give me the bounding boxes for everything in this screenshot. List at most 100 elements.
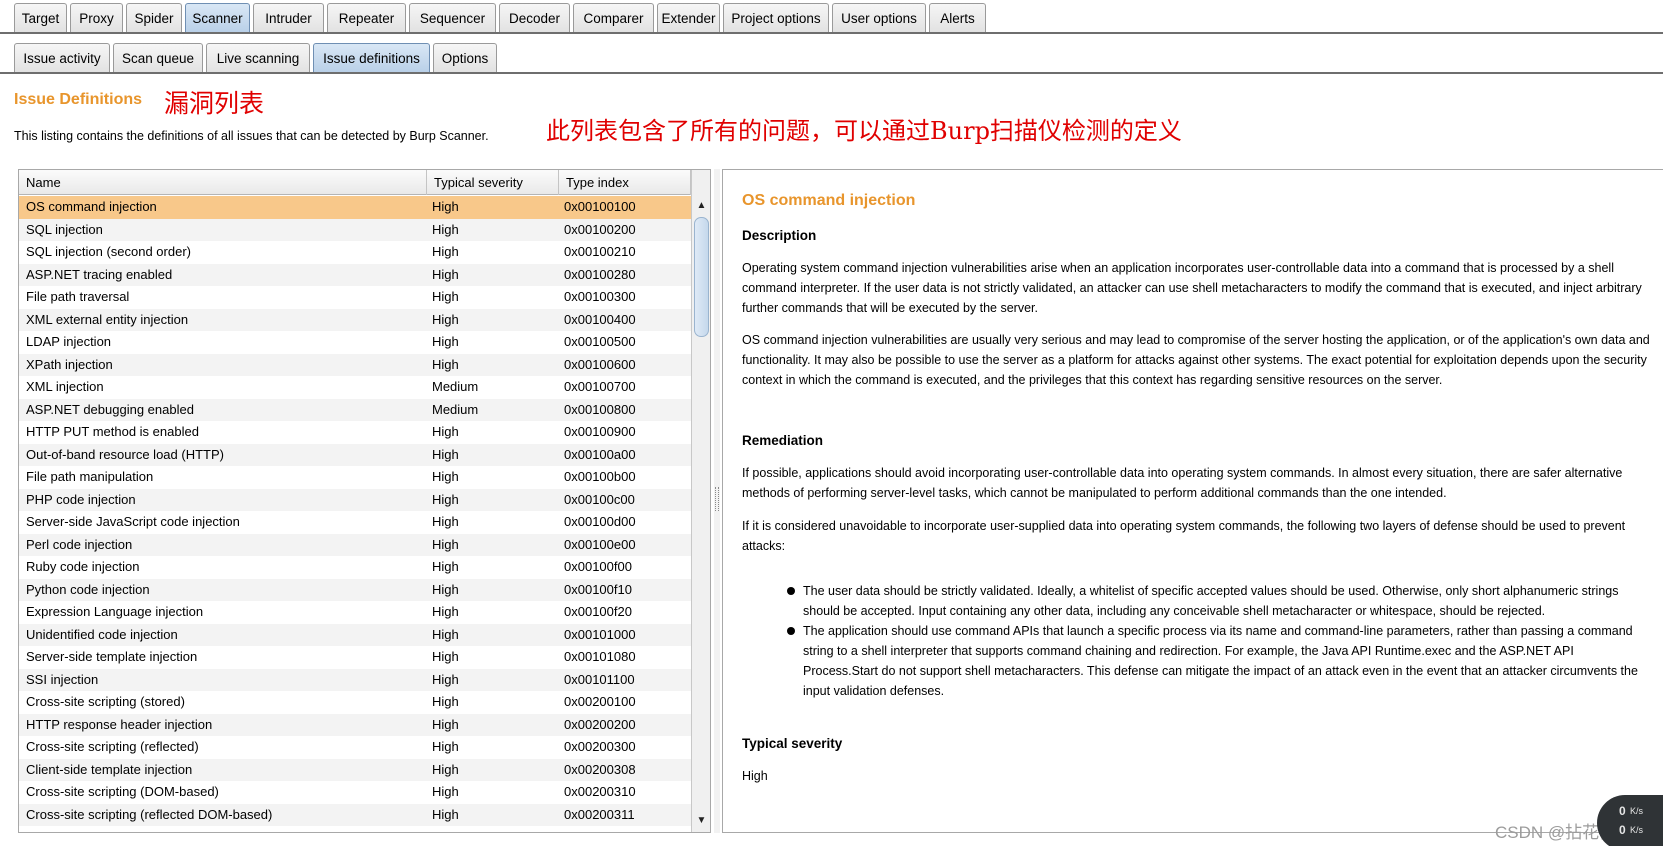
cell-name: Cross-site scripting (stored)	[26, 694, 185, 709]
cell-severity: High	[432, 289, 459, 304]
upload-speed-unit: K/s	[1630, 806, 1644, 816]
cell-severity: High	[432, 334, 459, 349]
cell-name: HTTP PUT method is enabled	[26, 424, 199, 439]
splitter-grip-icon[interactable]	[715, 487, 719, 511]
table-row[interactable]: XML injection Medium 0x00100700	[19, 376, 691, 399]
tab-repeater[interactable]: Repeater	[327, 3, 406, 32]
table-row[interactable]: Cross-site scripting (DOM-based) High 0x00…	[19, 781, 691, 804]
issue-definitions-table: Name Typical severity Type index OS comm…	[18, 169, 711, 833]
table-row[interactable]: SSI injection High 0x00101100	[19, 668, 691, 691]
column-header-name[interactable]: Name	[19, 170, 427, 195]
table-row[interactable]: Cross-site scripting (reflected DOM-base…	[19, 803, 691, 826]
table-row[interactable]: File path traversal High 0x00100300	[19, 286, 691, 309]
description-paragraph-2: OS command injection vulnerabilities are…	[742, 333, 1650, 387]
cell-type-index: 0x00100b00	[564, 469, 636, 484]
scroll-up-icon[interactable]: ▲	[692, 196, 710, 215]
table-row[interactable]: Server-side JavaScript code injection Hig…	[19, 511, 691, 534]
main-tab-bar: Target Proxy Spider Scanner Intruder Rep…	[0, 0, 1663, 34]
table-row[interactable]: Perl code injection High 0x00100e00	[19, 533, 691, 556]
tab-sequencer[interactable]: Sequencer	[409, 3, 496, 32]
cell-type-index: 0x00100400	[564, 311, 636, 327]
table-row[interactable]: XPath injection High 0x00100600	[19, 353, 691, 376]
tab-extender[interactable]: Extender	[657, 3, 720, 32]
panel-splitter[interactable]	[714, 169, 720, 833]
tab-spider[interactable]: Spider	[126, 3, 182, 32]
table-body: OS command injection High 0x00100100 SQL in…	[19, 196, 691, 826]
cell-type-index: 0x00101000	[564, 626, 636, 642]
scroll-down-icon[interactable]: ▼	[692, 811, 710, 830]
table-row[interactable]: SQL injection High 0x00100200	[19, 218, 691, 241]
cell-name: Perl code injection	[26, 536, 133, 552]
table-row[interactable]: Unidentified code injection High 0x0010100…	[19, 623, 691, 646]
table-row[interactable]: ASP.NET debugging enabled Medium 0x0010080…	[19, 398, 691, 421]
table-row[interactable]: Server-side template injection High 0x0010…	[19, 646, 691, 669]
cell-severity: High	[432, 424, 459, 439]
subtab-options[interactable]: Options	[433, 43, 497, 72]
cell-severity: High	[432, 671, 459, 687]
tab-user-options[interactable]: User options	[832, 3, 926, 32]
table-row[interactable]: Out-of-band resource load (HTTP) High 0x00…	[19, 443, 691, 466]
remediation-bullet-list: The user data should be strictly validat…	[787, 581, 1649, 701]
cell-severity: High	[432, 446, 459, 462]
list-item: The user data should be strictly validat…	[787, 581, 1649, 621]
cell-severity: High	[432, 266, 459, 282]
cell-severity: High	[432, 581, 459, 597]
subtab-live-scanning[interactable]: Live scanning	[206, 43, 310, 72]
table-row[interactable]: XML external entity injection High 0x00100…	[19, 308, 691, 331]
table-row[interactable]: OS command injection High 0x00100100	[19, 196, 691, 219]
table-row[interactable]: LDAP injection High 0x00100500	[19, 331, 691, 354]
table-row[interactable]: Expression Language injection High 0x00100…	[19, 601, 691, 624]
table-row[interactable]: Cross-site scripting (reflected) High 0x00…	[19, 736, 691, 759]
cell-type-index: 0x00100f00	[564, 559, 632, 574]
tab-scanner[interactable]: Scanner	[185, 3, 250, 32]
tab-proxy[interactable]: Proxy	[70, 3, 123, 32]
page-description: This listing contains the definitions of…	[14, 129, 489, 143]
table-row[interactable]: PHP code injection High 0x00100c00	[19, 488, 691, 511]
table-row[interactable]: Cross-site scripting (stored) High 0x00200…	[19, 691, 691, 714]
annotation-title: 漏洞列表	[164, 89, 265, 118]
table-row[interactable]: HTTP response header injection High 0x0020…	[19, 713, 691, 736]
cell-severity: High	[432, 784, 459, 799]
table-row[interactable]: ASP.NET tracing enabled High 0x00100280	[19, 263, 691, 286]
table-row[interactable]: Python code injection High 0x00100f10	[19, 578, 691, 601]
cell-name: PHP code injection	[26, 491, 136, 507]
cell-name: File path manipulation	[26, 469, 154, 484]
table-row[interactable]: File path manipulation High 0x00100b00	[19, 466, 691, 489]
table-scrollbar[interactable]: ▲ ▼	[691, 170, 710, 832]
subtab-scan-queue[interactable]: Scan queue	[113, 43, 203, 72]
network-speed-widget: 0 K/s 0 K/s	[1597, 795, 1663, 846]
cell-type-index: 0x00200310	[564, 784, 636, 799]
tab-target[interactable]: Target	[14, 3, 67, 32]
cell-type-index: 0x00200200	[564, 716, 636, 732]
upload-speed: 0	[1619, 804, 1626, 818]
column-header-severity[interactable]: Typical severity	[427, 170, 559, 195]
cell-name: Out-of-band resource load (HTTP)	[26, 446, 224, 462]
cell-name: File path traversal	[26, 289, 130, 304]
cell-severity: High	[432, 311, 459, 327]
table-row[interactable]: Client-side template injection High 0x0020…	[19, 758, 691, 781]
remediation-paragraph-2: If it is considered unavoidable to incor…	[742, 519, 1626, 553]
tab-intruder[interactable]: Intruder	[253, 3, 324, 32]
tab-project-options[interactable]: Project options	[723, 3, 829, 32]
cell-type-index: 0x00100f10	[564, 581, 632, 597]
table-row[interactable]: Ruby code injection High 0x00100f00	[19, 556, 691, 579]
subtab-issue-activity[interactable]: Issue activity	[14, 43, 110, 72]
tab-comparer[interactable]: Comparer	[573, 3, 654, 32]
cell-severity: High	[432, 356, 459, 372]
tab-decoder[interactable]: Decoder	[499, 3, 570, 32]
scroll-thumb[interactable]	[694, 217, 709, 337]
tab-alerts[interactable]: Alerts	[929, 3, 986, 32]
cell-name: LDAP injection	[26, 334, 112, 349]
cell-severity: High	[432, 536, 459, 552]
cell-type-index: 0x00100d00	[564, 514, 636, 529]
cell-type-index: 0x00100a00	[564, 446, 636, 462]
cell-name: SQL injection (second order)	[26, 244, 191, 259]
cell-type-index: 0x00100200	[564, 221, 636, 237]
subtab-issue-definitions[interactable]: Issue definitions	[313, 43, 430, 72]
cell-type-index: 0x00200300	[564, 739, 636, 754]
table-row[interactable]: SQL injection (second order) High 0x001002…	[19, 241, 691, 264]
cell-severity: High	[432, 626, 459, 642]
column-header-type-index[interactable]: Type index	[559, 170, 691, 195]
table-row[interactable]: HTTP PUT method is enabled High 0x00100900	[19, 421, 691, 444]
cell-name: SQL injection	[26, 221, 103, 237]
